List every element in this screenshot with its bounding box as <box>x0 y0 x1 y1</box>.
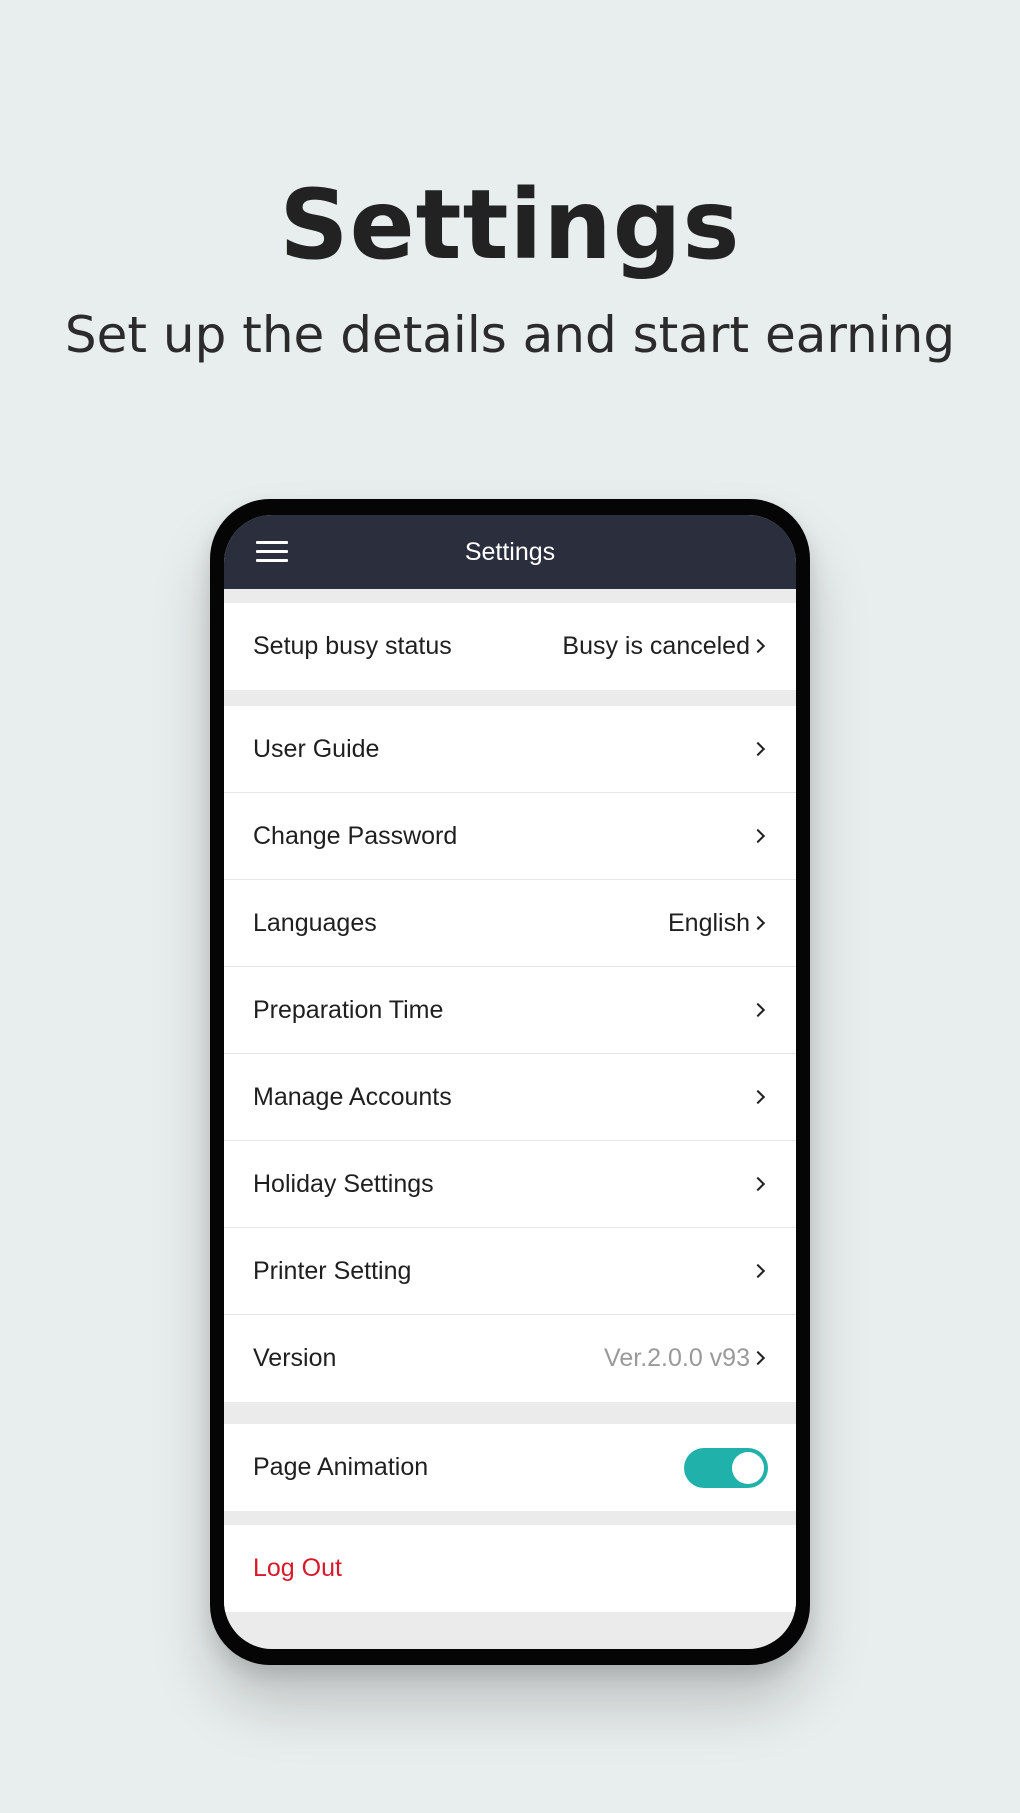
chevron-right-icon <box>750 828 766 844</box>
busy-status-section: Setup busy status Busy is canceled <box>224 603 796 690</box>
version-value: Ver.2.0.0 v93 <box>604 1344 750 1372</box>
logout-label: Log Out <box>253 1554 342 1582</box>
language-value: English <box>668 909 750 937</box>
menu-item-holiday-settings[interactable]: Holiday Settings <box>224 1141 796 1228</box>
setup-busy-status-label: Setup busy status <box>253 632 452 660</box>
toggle-knob <box>732 1452 764 1484</box>
menu-item-label: User Guide <box>253 735 380 763</box>
chevron-right-icon <box>750 1176 766 1192</box>
logout-button[interactable]: Log Out <box>224 1525 796 1612</box>
menu-item-label: Version <box>253 1344 337 1372</box>
menu-item-version[interactable]: Version Ver.2.0.0 v93 <box>224 1315 796 1402</box>
menu-item-change-password[interactable]: Change Password <box>224 793 796 880</box>
app-bar-title: Settings <box>464 538 556 566</box>
page-animation-section: Page Animation <box>224 1424 796 1511</box>
chevron-right-icon <box>750 1263 766 1279</box>
menu-item-label: Printer Setting <box>253 1257 412 1285</box>
menu-item-label: Change Password <box>253 822 458 850</box>
menu-item-languages[interactable]: Languages English <box>224 880 796 967</box>
page-animation-label: Page Animation <box>253 1453 429 1481</box>
menu-item-user-guide[interactable]: User Guide <box>224 706 796 793</box>
chevron-right-icon <box>750 741 766 757</box>
phone-frame: Settings Setup busy status Busy is cance… <box>210 499 810 1665</box>
menu-item-label: Holiday Settings <box>253 1170 434 1198</box>
logout-section: Log Out <box>224 1525 796 1612</box>
menu-item-label: Manage Accounts <box>253 1083 452 1111</box>
app-bar: Settings <box>224 515 796 589</box>
setup-busy-status-row[interactable]: Setup busy status Busy is canceled <box>224 603 796 690</box>
chevron-right-icon <box>750 638 766 654</box>
menu-item-printer-setting[interactable]: Printer Setting <box>224 1228 796 1315</box>
chevron-right-icon <box>750 1002 766 1018</box>
chevron-right-icon <box>750 1089 766 1105</box>
settings-menu-section: User Guide Change Password Languages Eng… <box>224 706 796 1402</box>
busy-status-value: Busy is canceled <box>562 632 750 660</box>
hero-subtitle: Set up the details and start earning <box>64 306 956 364</box>
menu-item-manage-accounts[interactable]: Manage Accounts <box>224 1054 796 1141</box>
page-animation-row: Page Animation <box>224 1424 796 1511</box>
menu-item-label: Languages <box>253 909 377 937</box>
page-animation-toggle[interactable] <box>684 1448 768 1488</box>
chevron-right-icon <box>750 915 766 931</box>
phone-screen: Settings Setup busy status Busy is cance… <box>224 515 796 1649</box>
menu-item-preparation-time[interactable]: Preparation Time <box>224 967 796 1054</box>
menu-item-label: Preparation Time <box>253 996 444 1024</box>
chevron-right-icon <box>750 1350 766 1366</box>
hero-title: Settings <box>279 169 741 281</box>
